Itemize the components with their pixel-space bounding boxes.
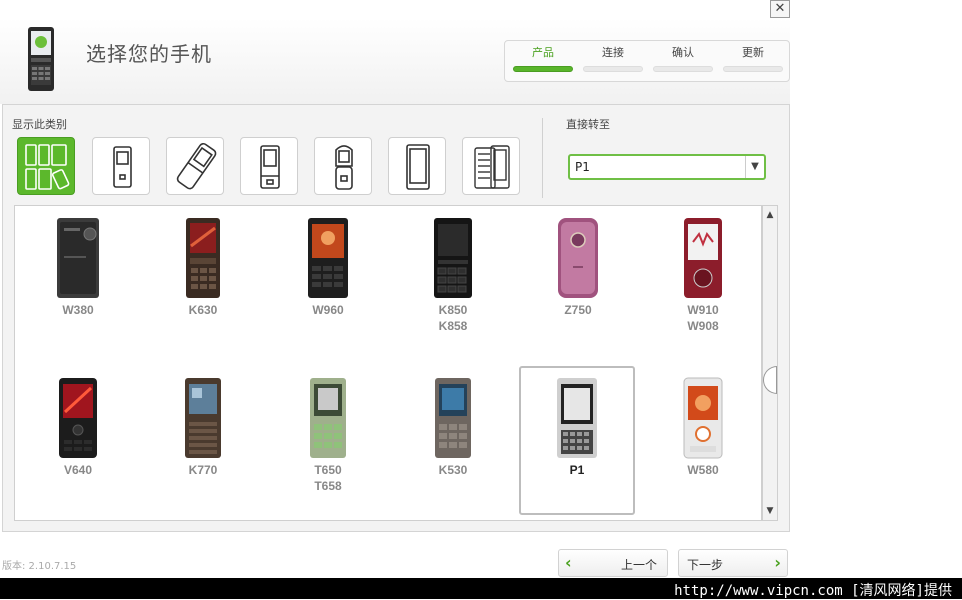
phone-image-k630: [186, 218, 220, 298]
phone-name: K630: [188, 303, 218, 317]
phone-item-t650[interactable]: T650 T658: [268, 368, 388, 518]
phone-item-w380[interactable]: W380: [18, 208, 138, 358]
next-button[interactable]: 下一步 ›: [678, 549, 788, 577]
phone-name: P1: [569, 463, 585, 477]
phone-name: W960: [312, 303, 344, 317]
step-connect: 连接: [581, 44, 645, 72]
app-window: ✕ 选择您的手机 产品 连接 确认 更新 显示此类别 直接转至 P1 ▼ ▲ ▼…: [0, 0, 790, 578]
chevron-left-icon: ‹: [565, 553, 572, 572]
divider: [542, 118, 543, 198]
header: 选择您的手机 产品 连接 确认 更新: [0, 18, 790, 104]
phone-item-p1[interactable]: P1: [519, 366, 635, 515]
clamshell-icon: [335, 145, 353, 190]
phone-name: W580: [687, 463, 719, 477]
version-label: 版本: 2.10.7.15: [2, 561, 77, 572]
category-all-button[interactable]: [17, 137, 75, 195]
phone-image-k850: [434, 218, 472, 298]
phone-item-v640[interactable]: V640: [18, 368, 138, 518]
phone-item-k770[interactable]: K770: [143, 368, 263, 518]
jump-to-select[interactable]: P1 ▼: [568, 154, 766, 180]
phone-icon: [28, 27, 54, 91]
watermark-bar: http://www.vipcn.com [清风网络]提供: [0, 578, 962, 599]
slider-icon: [260, 145, 280, 189]
phone-name: V640: [63, 463, 93, 477]
chevron-down-icon[interactable]: ▼: [745, 156, 764, 178]
phone-item-k850[interactable]: K850 K858: [393, 208, 513, 358]
category-label: 显示此类别: [12, 118, 67, 131]
title-strip: [0, 0, 772, 18]
touchscreen-icon: [406, 144, 430, 190]
step-product: 产品: [511, 44, 575, 72]
phone-item-k530[interactable]: K530: [393, 368, 513, 518]
phone-image-w580: [683, 377, 723, 459]
phone-name: W910: [687, 303, 719, 317]
step-update: 更新: [721, 44, 785, 72]
category-qwerty-button[interactable]: [462, 137, 520, 195]
category-clamshell-button[interactable]: [314, 137, 372, 195]
prev-button[interactable]: ‹ 上一个: [558, 549, 668, 577]
phone-name-alt: W908: [687, 319, 719, 333]
step-indicator: 产品 连接 确认 更新: [504, 40, 790, 82]
phone-image-z750: [558, 218, 598, 298]
phone-item-w580[interactable]: W580: [643, 368, 763, 518]
prev-label: 上一个: [621, 558, 658, 572]
watermark-text: http://www.vipcn.com [清风网络]提供: [674, 583, 952, 599]
chevron-right-icon: ›: [774, 553, 781, 572]
phone-image-t650: [310, 378, 346, 458]
phone-name: Z750: [564, 303, 592, 317]
phone-image-p1: [557, 378, 597, 458]
phone-image-k770: [185, 378, 221, 458]
phone-image-v640: [59, 378, 97, 458]
phone-item-w910[interactable]: W910 W908: [643, 208, 763, 358]
candybar-icon: [113, 146, 132, 188]
phone-item-k630[interactable]: K630: [143, 208, 263, 358]
category-candybar-button[interactable]: [92, 137, 150, 195]
jump-label: 直接转至: [566, 118, 610, 131]
empty-area: [790, 0, 962, 578]
close-button[interactable]: ✕: [770, 0, 790, 18]
page-title: 选择您的手机: [86, 42, 212, 66]
phone-item-z750[interactable]: Z750: [518, 208, 638, 358]
scroll-up-icon[interactable]: ▲: [763, 208, 777, 222]
phone-name-alt: T658: [314, 479, 342, 493]
phone-name: K530: [438, 463, 468, 477]
phone-name: T650: [314, 463, 342, 477]
scroll-thumb[interactable]: [763, 366, 777, 394]
phone-image-k530: [435, 378, 471, 458]
phone-image-w960: [308, 218, 348, 298]
jump-value: P1: [575, 160, 590, 174]
category-slider-button[interactable]: [240, 137, 298, 195]
phone-name: W380: [62, 303, 94, 317]
scrollbar[interactable]: ▲ ▼: [762, 205, 778, 521]
phone-image-w910: [684, 218, 722, 298]
category-touch-button[interactable]: [388, 137, 446, 195]
next-label: 下一步: [687, 558, 724, 572]
step-confirm: 确认: [651, 44, 715, 72]
phone-name: K850: [438, 303, 468, 317]
flip-open-icon: [176, 142, 217, 190]
phone-name-alt: K858: [438, 319, 468, 333]
phone-name: K770: [188, 463, 218, 477]
phone-image-w380: [57, 218, 99, 298]
qwerty-slider-icon: [474, 145, 510, 189]
all-phones-icon: [25, 144, 70, 190]
phone-item-w960[interactable]: W960: [268, 208, 388, 358]
category-flip-button[interactable]: [166, 137, 224, 195]
scroll-down-icon[interactable]: ▼: [763, 504, 777, 518]
